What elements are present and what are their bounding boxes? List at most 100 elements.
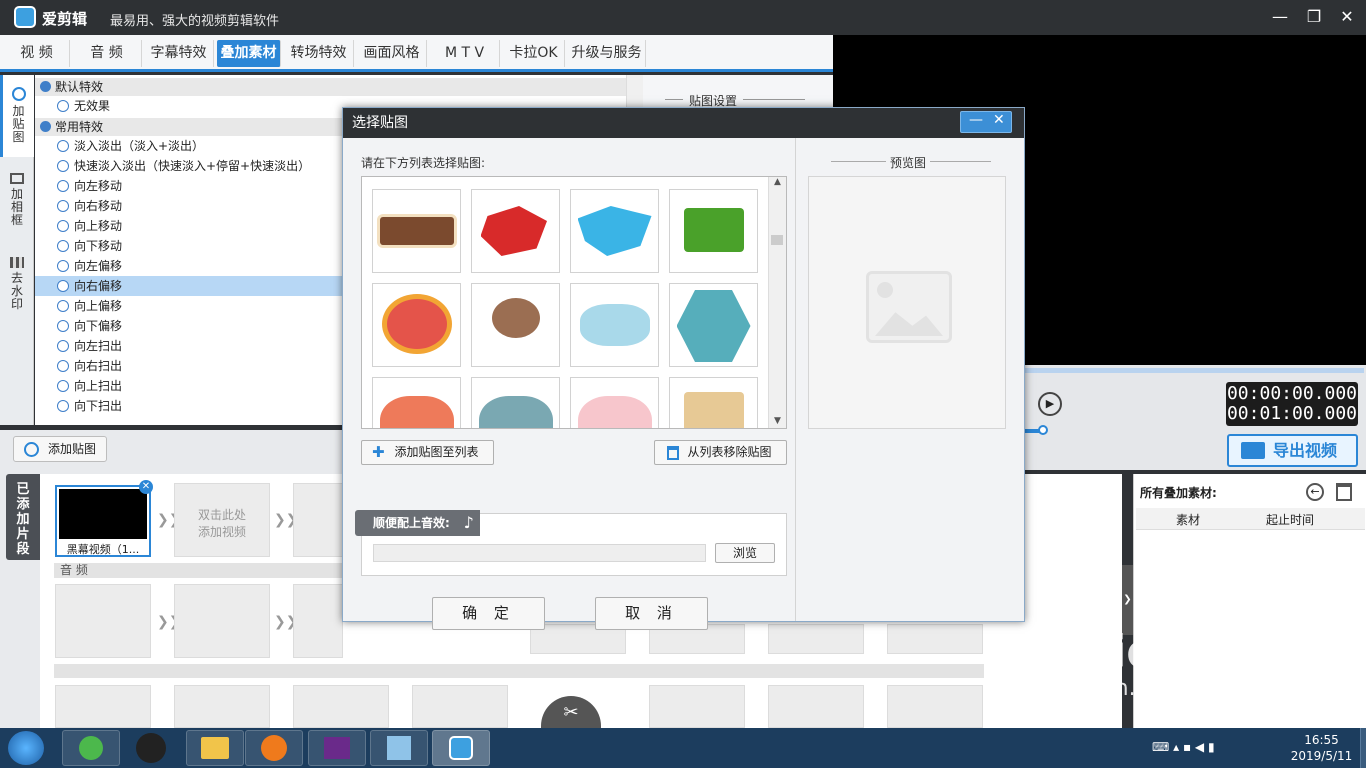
close-button[interactable]: ✕ bbox=[1337, 8, 1357, 26]
title-bar: 爱剪辑 最易用、强大的视频剪辑软件 — ❐ ✕ bbox=[0, 0, 1366, 35]
clip-slot[interactable] bbox=[649, 685, 745, 728]
browser-icon bbox=[79, 736, 103, 760]
audio-slot[interactable] bbox=[768, 624, 864, 654]
scissors-icon[interactable]: ✂ bbox=[541, 696, 601, 728]
progress-track[interactable] bbox=[1024, 368, 1364, 373]
player-icon bbox=[324, 737, 350, 759]
trash-icon[interactable] bbox=[1336, 483, 1352, 501]
maximize-button[interactable]: ❐ bbox=[1304, 8, 1324, 26]
side-tab-add-frame[interactable]: 加相框 bbox=[0, 159, 34, 241]
clip-slot[interactable] bbox=[293, 685, 389, 728]
audio-slot[interactable] bbox=[174, 584, 270, 658]
dialog-minimize-icon[interactable]: — bbox=[969, 112, 983, 128]
sticker-red-gem[interactable] bbox=[471, 189, 560, 273]
sticker-orange-bubble[interactable] bbox=[372, 283, 461, 367]
add-to-list-button[interactable]: ✚ 添加贴图至列表 bbox=[361, 440, 494, 465]
audio-slot[interactable] bbox=[55, 584, 151, 658]
taskbar-app-notes[interactable] bbox=[370, 730, 428, 766]
timecode-display: 00:00:00.000 00:01:00.000 bbox=[1226, 382, 1358, 426]
scroll-thumb[interactable] bbox=[771, 235, 783, 245]
remove-from-list-label: 从列表移除贴图 bbox=[687, 445, 772, 459]
sticker-image bbox=[379, 396, 454, 428]
sticker-blue-gem[interactable] bbox=[570, 189, 659, 273]
qq-icon[interactable] bbox=[136, 733, 166, 763]
volume-handle[interactable] bbox=[1038, 425, 1048, 435]
tab-karaoke[interactable]: 卡拉OK bbox=[503, 40, 565, 67]
show-desktop-button[interactable] bbox=[1360, 728, 1366, 768]
track-divider bbox=[54, 664, 984, 678]
scroll-up-icon[interactable]: ▲ bbox=[769, 177, 786, 187]
audio-slot[interactable] bbox=[887, 624, 983, 654]
app-name: 爱剪辑 bbox=[42, 10, 88, 28]
overlay-list-header: 素材 起止时间 bbox=[1136, 508, 1365, 530]
start-button[interactable] bbox=[8, 731, 44, 765]
taskbar-clock[interactable]: 16:55 2019/5/11 bbox=[1284, 732, 1359, 764]
group-default-effects[interactable]: 默认特效 bbox=[35, 78, 643, 96]
aijianji-icon bbox=[449, 736, 473, 760]
tab-subtitle[interactable]: 字幕特效 bbox=[144, 40, 214, 67]
sticker-brown-banner[interactable] bbox=[372, 189, 461, 273]
clip-slot[interactable] bbox=[55, 685, 151, 728]
browse-button[interactable]: 浏览 bbox=[715, 543, 775, 563]
sound-path-input[interactable] bbox=[373, 544, 706, 562]
clip-slot[interactable] bbox=[768, 685, 864, 728]
radio-icon bbox=[57, 180, 69, 192]
ok-button[interactable]: 确 定 bbox=[432, 597, 545, 630]
taskbar-app-aijianji[interactable] bbox=[432, 730, 490, 766]
taskbar-app-player[interactable] bbox=[308, 730, 366, 766]
clip-slot[interactable] bbox=[293, 483, 343, 557]
sticker-preview-box bbox=[808, 176, 1006, 429]
sticker-grid: ▲ ▼ bbox=[361, 176, 787, 429]
tab-overlay[interactable]: 叠加素材 bbox=[217, 40, 281, 67]
taskbar-app-firefox[interactable] bbox=[245, 730, 303, 766]
sticker-teal-hexagon[interactable] bbox=[669, 283, 758, 367]
sticker-image bbox=[579, 304, 650, 346]
tab-mtv[interactable]: M T V bbox=[430, 40, 500, 67]
add-video-slot[interactable]: 双击此处 添加视频 bbox=[174, 483, 270, 557]
sticker-bear-head[interactable] bbox=[471, 283, 560, 367]
sticker-coral-bubble[interactable] bbox=[372, 377, 461, 428]
export-video-button[interactable]: 导出视频 bbox=[1227, 434, 1358, 467]
clip-slot[interactable] bbox=[412, 685, 508, 728]
sticker-blue-cloud[interactable] bbox=[570, 283, 659, 367]
audio-slot[interactable] bbox=[293, 584, 343, 658]
tab-audio[interactable]: 音 频 bbox=[72, 40, 142, 67]
back-icon[interactable]: ← bbox=[1306, 483, 1324, 501]
taskbar-app-explorer[interactable] bbox=[186, 730, 244, 766]
remove-clip-icon[interactable]: ✕ bbox=[139, 480, 153, 494]
item-label: 向下移动 bbox=[74, 239, 123, 253]
taskbar-app-browser[interactable] bbox=[62, 730, 120, 766]
tab-transition[interactable]: 转场特效 bbox=[284, 40, 354, 67]
sticker-teal-bubble[interactable] bbox=[471, 377, 560, 428]
expand-handle[interactable]: ❯ bbox=[1122, 565, 1133, 635]
tab-upgrade[interactable]: 升级与服务 bbox=[568, 40, 646, 67]
added-clips-tab[interactable]: 已添加片段 bbox=[6, 474, 40, 560]
sticker-grid-scrollbar[interactable]: ▲ ▼ bbox=[768, 177, 786, 428]
sticker-scroll[interactable] bbox=[669, 377, 758, 428]
clip-slot[interactable] bbox=[887, 685, 983, 728]
clip-thumb-selected[interactable]: 黑幕视频（1... bbox=[55, 485, 151, 557]
radio-icon bbox=[57, 400, 69, 412]
clip-slot[interactable] bbox=[174, 685, 270, 728]
time-current: 00:00:00.000 bbox=[1226, 383, 1358, 404]
side-tab-remove-watermark[interactable]: 去水印 bbox=[0, 243, 34, 325]
cancel-button[interactable]: 取 消 bbox=[595, 597, 708, 630]
tab-style[interactable]: 画面风格 bbox=[357, 40, 427, 67]
dialog-window-controls: — ✕ bbox=[960, 111, 1012, 133]
tab-video[interactable]: 视 频 bbox=[4, 40, 70, 67]
play-icon[interactable]: ▶ bbox=[1038, 392, 1062, 416]
remove-from-list-button[interactable]: 从列表移除贴图 bbox=[654, 440, 787, 465]
sticker-green-leaf[interactable] bbox=[669, 189, 758, 273]
add-sticker-button[interactable]: 添加贴图 bbox=[13, 436, 107, 462]
frame-add-icon bbox=[10, 173, 24, 184]
minimize-button[interactable]: — bbox=[1270, 8, 1290, 26]
tray-icons[interactable]: ⌨ ▴ ▪ ◀ ▮ bbox=[1152, 740, 1215, 754]
radio-icon bbox=[57, 160, 69, 172]
scroll-down-icon[interactable]: ▼ bbox=[769, 416, 786, 426]
baidu-watermark: Baidu经验 jingyan.baidu.com bbox=[1048, 628, 1348, 728]
collapse-icon bbox=[40, 81, 51, 92]
side-tab-add-sticker[interactable]: 加贴图 bbox=[0, 75, 34, 157]
image-placeholder-icon bbox=[866, 271, 952, 343]
sticker-pink-bubble[interactable] bbox=[570, 377, 659, 428]
dialog-close-icon[interactable]: ✕ bbox=[993, 112, 1005, 128]
